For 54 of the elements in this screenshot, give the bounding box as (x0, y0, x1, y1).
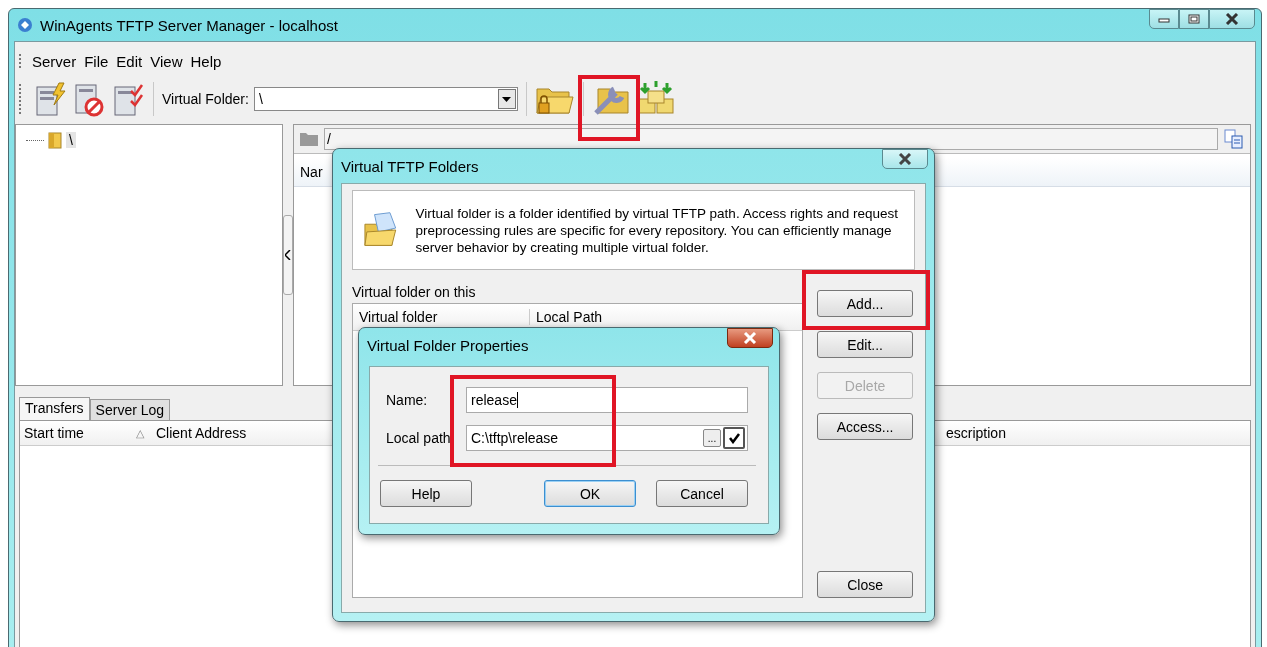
checkbox[interactable] (723, 427, 745, 449)
check-icon (728, 432, 740, 444)
sort-mark: △ (136, 426, 145, 440)
folder-icon (300, 132, 318, 146)
menu-item[interactable]: File (80, 52, 113, 70)
close-button[interactable] (1209, 9, 1255, 29)
dialog-button[interactable]: Help (380, 480, 472, 507)
app-icon (17, 17, 33, 33)
menu-item[interactable]: Edit (112, 52, 147, 70)
dialog-button[interactable]: Edit... (817, 331, 913, 358)
dialog-title: Virtual Folder Properties (367, 336, 529, 354)
close-icon (1224, 13, 1240, 25)
list-label: Virtual folder on this (352, 284, 477, 301)
input-field[interactable]: release (466, 387, 748, 413)
minimize-button[interactable] (1149, 9, 1179, 29)
virtual-folder-dropdown[interactable]: \ (253, 87, 518, 111)
dialog-button[interactable]: Access... (817, 413, 913, 440)
tab[interactable]: Transfers (19, 397, 90, 420)
window-title: WinAgents TFTP Server Manager - localhost (40, 16, 338, 34)
input-field[interactable]: C:\tftp\release ... (466, 425, 748, 451)
menu-item[interactable]: View (146, 52, 187, 70)
close-dialog-button[interactable]: Close (817, 571, 913, 598)
dialog-button[interactable]: OK (544, 480, 636, 507)
maximize-icon (1187, 13, 1201, 25)
close-icon (742, 332, 758, 344)
field-label: Local path (386, 430, 452, 446)
close-button[interactable] (727, 328, 773, 348)
column-header[interactable]: escription (942, 425, 1006, 441)
dropdown-arrow-icon (502, 96, 512, 102)
maximize-button[interactable] (1179, 9, 1209, 29)
folder-icon (48, 131, 62, 149)
dialog-button[interactable]: Cancel (656, 480, 748, 507)
path-field[interactable]: / (324, 128, 1218, 150)
dialog-button[interactable]: Add... (817, 290, 913, 317)
dialog-title: Virtual TFTP Folders (341, 157, 479, 175)
tab[interactable]: Server Log (89, 399, 171, 420)
column-header[interactable]: Start time (20, 425, 136, 441)
tree-item[interactable]: \ (66, 132, 76, 148)
server-stop-icon[interactable] (72, 81, 106, 117)
column-header[interactable]: Local Path (530, 309, 603, 325)
field-label: Name: (386, 392, 429, 408)
close-icon (897, 153, 913, 165)
menu-item[interactable]: Help (186, 52, 226, 70)
info-text: Virtual folder is a folder identified by virtual TFTP path. Access rights and request preprocessing rules are specific for every repository. You can efficiently manage server behavior by creating multiple virtual folder. (415, 204, 899, 256)
copy-icon[interactable] (1224, 129, 1244, 149)
server-icon[interactable] (33, 81, 67, 117)
menu-item[interactable]: Server (28, 52, 81, 70)
splitter-handle[interactable] (283, 215, 293, 295)
close-button[interactable] (882, 149, 928, 169)
browse-button[interactable]: ... (703, 429, 721, 447)
highlight-frame (578, 75, 640, 141)
virtual-folder-label: Virtual Folder: (162, 91, 249, 107)
column-header[interactable]: Virtual folder (353, 309, 530, 325)
column-header[interactable]: Nar (300, 164, 323, 180)
